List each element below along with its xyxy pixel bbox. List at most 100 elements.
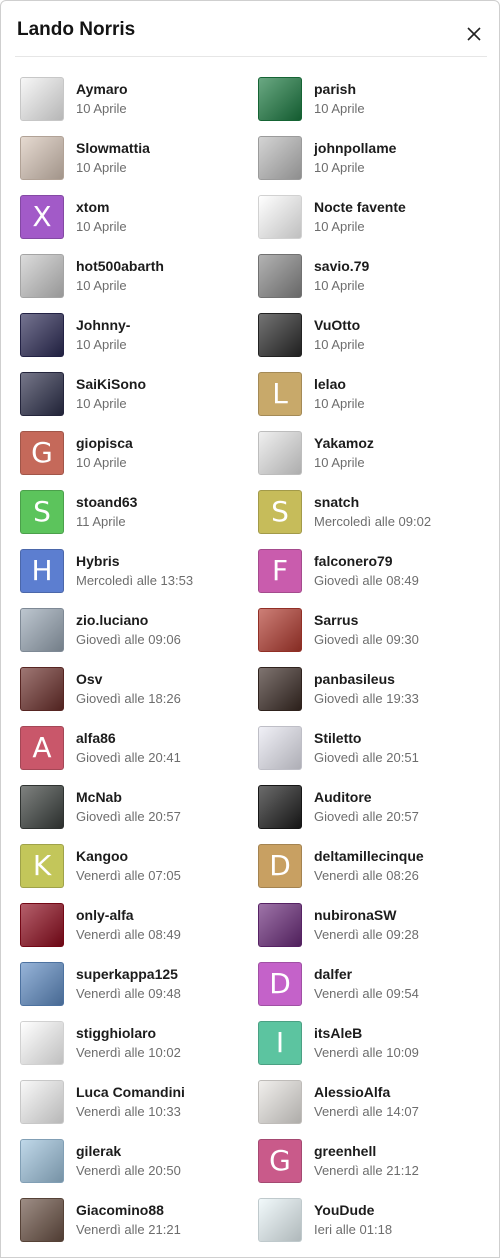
- user-name[interactable]: nubironaSW: [314, 907, 396, 923]
- avatar[interactable]: [20, 313, 64, 357]
- letter-avatar[interactable]: S: [258, 490, 302, 534]
- avatar[interactable]: [258, 667, 302, 711]
- user-name[interactable]: Yakamoz: [314, 435, 374, 451]
- user-list-item[interactable]: Nocte favente 10 Aprile: [258, 195, 488, 241]
- user-name[interactable]: Stiletto: [314, 730, 361, 746]
- avatar[interactable]: [20, 136, 64, 180]
- user-name[interactable]: Aymaro: [76, 81, 128, 97]
- user-list-item[interactable]: Ddalfer Venerdì alle 09:54: [258, 962, 488, 1008]
- user-list-item[interactable]: gilerak Venerdì alle 20:50: [20, 1139, 250, 1185]
- user-list-item[interactable]: Aalfa86 Giovedì alle 20:41: [20, 726, 250, 772]
- user-name[interactable]: johnpollame: [314, 140, 396, 156]
- user-name[interactable]: Osv: [76, 671, 102, 687]
- avatar[interactable]: [258, 77, 302, 121]
- user-list-item[interactable]: K Kangoo Venerdì alle 07:05: [20, 844, 250, 890]
- user-list-item[interactable]: Auditore Giovedì alle 20:57: [258, 785, 488, 831]
- user-list-item[interactable]: Osv Giovedì alle 18:26: [20, 667, 250, 713]
- letter-avatar[interactable]: A: [20, 726, 64, 770]
- user-name[interactable]: Hybris: [76, 553, 120, 569]
- user-list-item[interactable]: Luca Comandini Venerdì alle 10:33: [20, 1080, 250, 1126]
- avatar[interactable]: [20, 254, 64, 298]
- user-name[interactable]: Luca Comandini: [76, 1084, 185, 1100]
- avatar[interactable]: [258, 313, 302, 357]
- avatar[interactable]: [20, 1198, 64, 1242]
- user-name[interactable]: greenhell: [314, 1143, 376, 1159]
- user-list-item[interactable]: parish 10 Aprile: [258, 77, 488, 123]
- avatar[interactable]: [258, 1198, 302, 1242]
- user-list-item[interactable]: zio.luciano Giovedì alle 09:06: [20, 608, 250, 654]
- user-list-item[interactable]: Ddeltamillecinque Venerdì alle 08:26: [258, 844, 488, 890]
- user-list-item[interactable]: panbasileus Giovedì alle 19:33: [258, 667, 488, 713]
- user-list-item[interactable]: AlessioAlfa Venerdì alle 14:07: [258, 1080, 488, 1126]
- avatar[interactable]: [20, 785, 64, 829]
- avatar[interactable]: [258, 254, 302, 298]
- avatar[interactable]: [20, 1021, 64, 1065]
- user-list-item[interactable]: johnpollame 10 Aprile: [258, 136, 488, 182]
- avatar[interactable]: [20, 372, 64, 416]
- letter-avatar[interactable]: D: [258, 844, 302, 888]
- user-list-item[interactable]: H Hybris Mercoledì alle 13:53: [20, 549, 250, 595]
- user-list-item[interactable]: superkappa125 Venerdì alle 09:48: [20, 962, 250, 1008]
- user-name[interactable]: superkappa125: [76, 966, 178, 982]
- user-list-item[interactable]: Ggiopisca 10 Aprile: [20, 431, 250, 477]
- user-name[interactable]: lelao: [314, 376, 346, 392]
- avatar[interactable]: [258, 608, 302, 652]
- letter-avatar[interactable]: H: [20, 549, 64, 593]
- user-name[interactable]: stigghiolaro: [76, 1025, 156, 1041]
- avatar[interactable]: [258, 195, 302, 239]
- letter-avatar[interactable]: D: [258, 962, 302, 1006]
- user-list-item[interactable]: Xxtom 10 Aprile: [20, 195, 250, 241]
- user-list-item[interactable]: savio.79 10 Aprile: [258, 254, 488, 300]
- user-list-item[interactable]: Ffalconero79 Giovedì alle 08:49: [258, 549, 488, 595]
- avatar[interactable]: [20, 1080, 64, 1124]
- user-name[interactable]: Slowmattia: [76, 140, 150, 156]
- user-name[interactable]: VuOtto: [314, 317, 360, 333]
- avatar[interactable]: [258, 1080, 302, 1124]
- avatar[interactable]: [20, 77, 64, 121]
- letter-avatar[interactable]: G: [20, 431, 64, 475]
- user-name[interactable]: AlessioAlfa: [314, 1084, 390, 1100]
- letter-avatar[interactable]: X: [20, 195, 64, 239]
- user-list-item[interactable]: nubironaSW Venerdì alle 09:28: [258, 903, 488, 949]
- user-list-item[interactable]: only-alfa Venerdì alle 08:49: [20, 903, 250, 949]
- user-list-item[interactable]: Johnny- 10 Aprile: [20, 313, 250, 359]
- avatar[interactable]: [258, 903, 302, 947]
- user-name[interactable]: alfa86: [76, 730, 116, 746]
- user-list-item[interactable]: Llelao 10 Aprile: [258, 372, 488, 418]
- letter-avatar[interactable]: I: [258, 1021, 302, 1065]
- user-list-item[interactable]: Giacomino88 Venerdì alle 21:21: [20, 1198, 250, 1244]
- user-list-item[interactable]: Stiletto Giovedì alle 20:51: [258, 726, 488, 772]
- user-name[interactable]: SaiKiSono: [76, 376, 146, 392]
- avatar[interactable]: [20, 1139, 64, 1183]
- user-name[interactable]: Auditore: [314, 789, 372, 805]
- user-name[interactable]: falconero79: [314, 553, 393, 569]
- user-list-item[interactable]: Ggreenhell Venerdì alle 21:12: [258, 1139, 488, 1185]
- user-list-item[interactable]: Sarrus Giovedì alle 09:30: [258, 608, 488, 654]
- user-name[interactable]: itsAleB: [314, 1025, 362, 1041]
- avatar[interactable]: [20, 608, 64, 652]
- letter-avatar[interactable]: F: [258, 549, 302, 593]
- user-name[interactable]: gilerak: [76, 1143, 121, 1159]
- user-name[interactable]: YouDude: [314, 1202, 374, 1218]
- user-list-item[interactable]: YouDude Ieri alle 01:18: [258, 1198, 488, 1244]
- user-name[interactable]: Nocte favente: [314, 199, 406, 215]
- user-name[interactable]: zio.luciano: [76, 612, 148, 628]
- avatar[interactable]: [20, 667, 64, 711]
- user-name[interactable]: Sarrus: [314, 612, 358, 628]
- user-name[interactable]: giopisca: [76, 435, 133, 451]
- user-list-item[interactable]: Yakamoz 10 Aprile: [258, 431, 488, 477]
- user-list-item[interactable]: Ssnatch Mercoledì alle 09:02: [258, 490, 488, 536]
- user-name[interactable]: hot500abarth: [76, 258, 164, 274]
- avatar[interactable]: [258, 726, 302, 770]
- close-button[interactable]: [461, 21, 487, 47]
- avatar[interactable]: [258, 431, 302, 475]
- user-list-item[interactable]: SaiKiSono 10 Aprile: [20, 372, 250, 418]
- user-list-item[interactable]: Sstoand63 11 Aprile: [20, 490, 250, 536]
- user-name[interactable]: deltamillecinque: [314, 848, 424, 864]
- user-list-item[interactable]: hot500abarth 10 Aprile: [20, 254, 250, 300]
- user-name[interactable]: parish: [314, 81, 356, 97]
- user-name[interactable]: Kangoo: [76, 848, 128, 864]
- user-list-item[interactable]: Slowmattia 10 Aprile: [20, 136, 250, 182]
- user-list-item[interactable]: VuOtto 10 Aprile: [258, 313, 488, 359]
- user-name[interactable]: panbasileus: [314, 671, 395, 687]
